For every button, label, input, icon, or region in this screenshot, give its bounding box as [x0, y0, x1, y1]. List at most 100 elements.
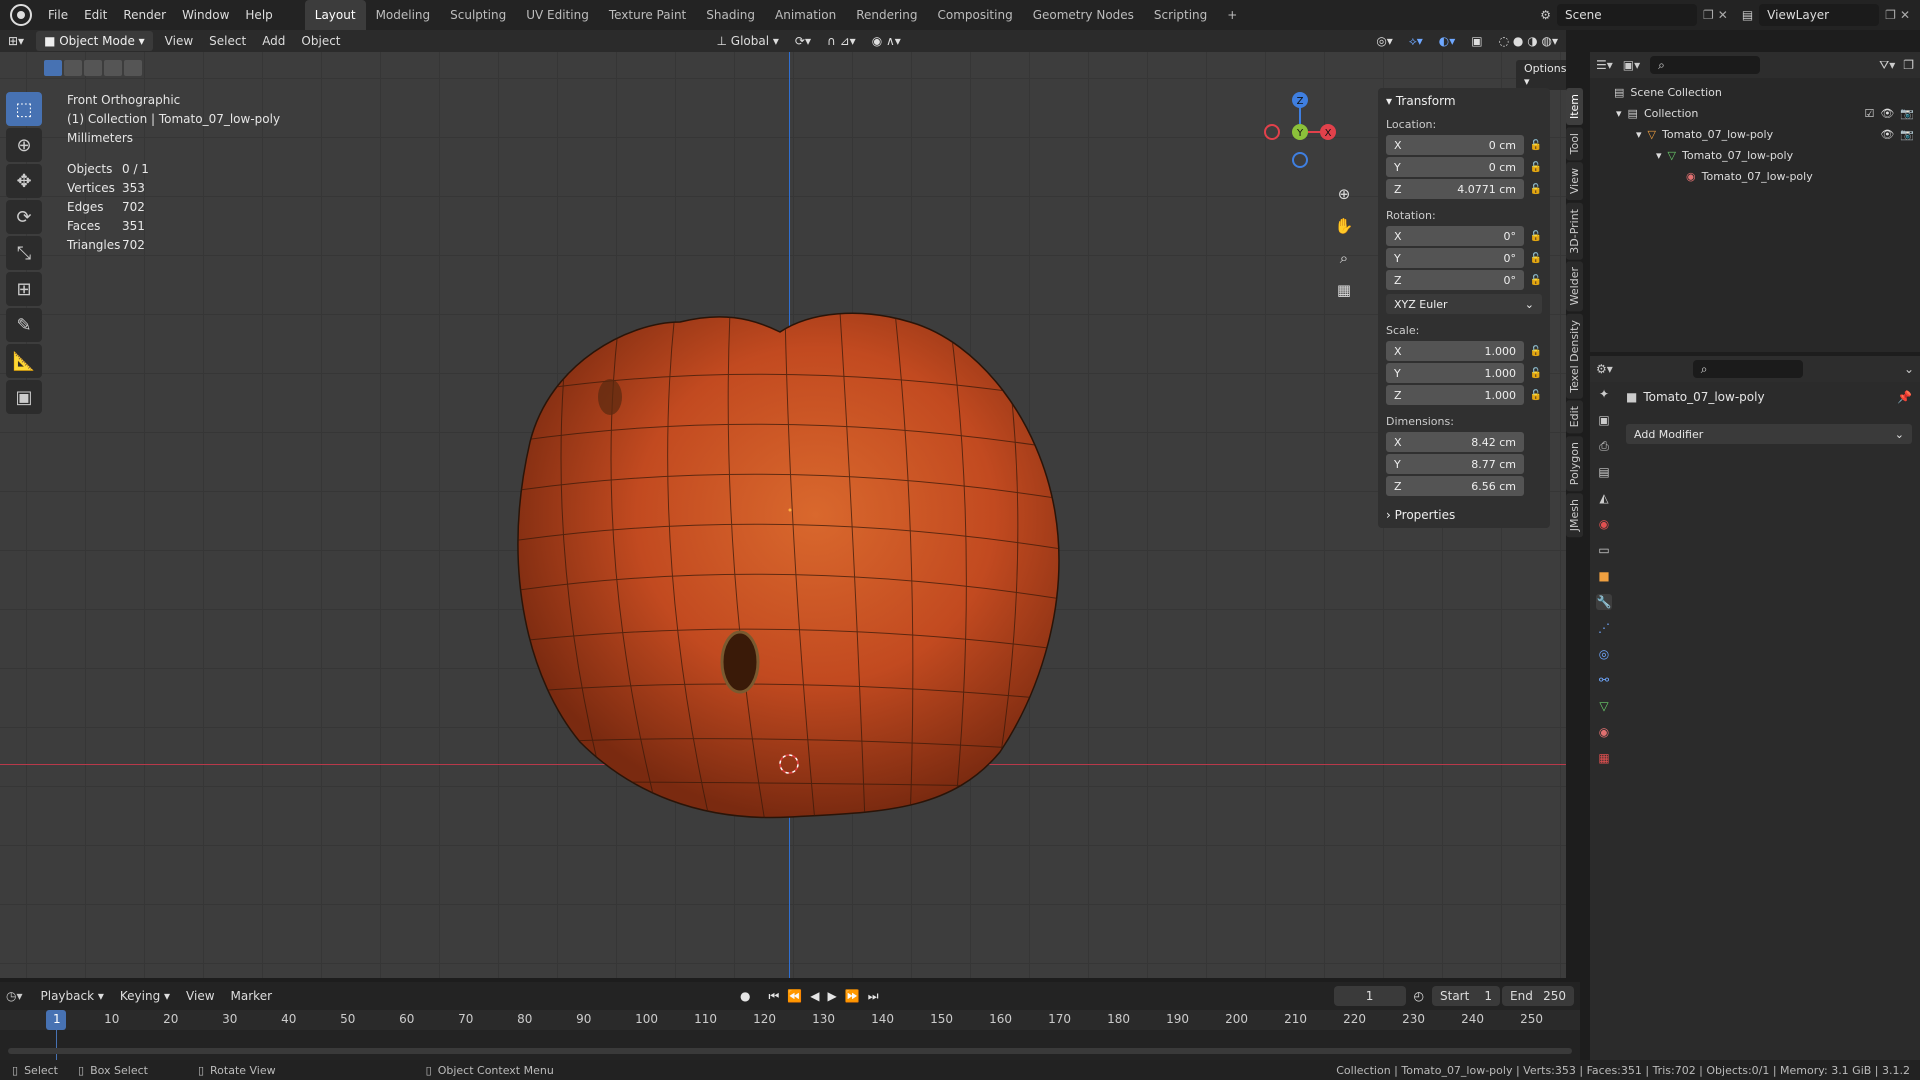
rotation-z-field[interactable]: Z 0°: [1386, 270, 1524, 290]
close-scene-icon[interactable]: ✕: [1718, 8, 1728, 22]
tab-edit[interactable]: Edit: [1566, 400, 1583, 434]
mode-selector[interactable]: ■ Object Mode ▾: [36, 31, 153, 51]
tool-tab-icon[interactable]: ✦: [1596, 386, 1612, 402]
chevron-down-icon[interactable]: ⌄: [1904, 362, 1914, 376]
tab-item[interactable]: Item: [1566, 88, 1583, 126]
outliner-collection[interactable]: ▾ ▤ Collection ☑ 👁 📷: [1590, 103, 1920, 124]
physics-tab-icon[interactable]: ◎: [1596, 646, 1612, 662]
end-frame-field[interactable]: End 250: [1502, 986, 1574, 1006]
menu-playback[interactable]: Playback ▾: [33, 985, 112, 1007]
menu-window[interactable]: Window: [174, 0, 237, 30]
lock-icon[interactable]: 🔓: [1524, 275, 1542, 286]
new-collection-icon[interactable]: ❐: [1903, 58, 1914, 72]
xray-icon[interactable]: ▣: [1463, 30, 1490, 52]
menu-timeline-view[interactable]: View: [178, 985, 222, 1007]
play-icon[interactable]: ▶: [828, 989, 837, 1003]
lock-icon[interactable]: 🔓: [1524, 368, 1542, 379]
jump-start-icon[interactable]: ⏮: [769, 989, 780, 1004]
texture-tab-icon[interactable]: ▦: [1596, 750, 1612, 766]
tab-3d-print[interactable]: 3D-Print: [1566, 202, 1583, 260]
select-subtract-icon[interactable]: [84, 60, 102, 76]
particles-tab-icon[interactable]: ⋰: [1596, 620, 1612, 636]
tab-shading[interactable]: Shading: [696, 0, 765, 30]
clock-icon[interactable]: ◴: [1414, 989, 1424, 1003]
pin-icon[interactable]: 📌: [1897, 390, 1912, 404]
camera-view-icon[interactable]: ⌕: [1330, 244, 1358, 272]
location-x-field[interactable]: X 0 cm: [1386, 135, 1524, 155]
annotate-tool-icon[interactable]: ✎: [6, 308, 42, 342]
prev-keyframe-icon[interactable]: ⏪: [787, 989, 802, 1003]
blender-logo-icon[interactable]: [10, 4, 32, 26]
menu-view[interactable]: View: [157, 30, 201, 52]
lock-icon[interactable]: 🔓: [1524, 231, 1542, 242]
select-box-tool-icon[interactable]: ⬚: [6, 92, 42, 126]
world-tab-icon[interactable]: ◉: [1596, 516, 1612, 532]
location-z-field[interactable]: Z 4.0771 cm: [1386, 179, 1524, 199]
close-view-layer-icon[interactable]: ✕: [1900, 8, 1910, 22]
checkbox-icon[interactable]: ☑: [1864, 107, 1874, 120]
scale-x-field[interactable]: X 1.000: [1386, 341, 1524, 361]
select-intersect-icon[interactable]: [124, 60, 142, 76]
constraints-tab-icon[interactable]: ⚯: [1596, 672, 1612, 688]
add-cube-tool-icon[interactable]: ▣: [6, 380, 42, 414]
pan-hand-icon[interactable]: ✋: [1330, 212, 1358, 240]
tab-rendering[interactable]: Rendering: [846, 0, 927, 30]
tab-tool[interactable]: Tool: [1566, 127, 1583, 161]
eye-icon[interactable]: 👁: [1880, 128, 1894, 141]
copy-scene-icon[interactable]: ❐: [1703, 8, 1714, 22]
menu-add[interactable]: Add: [254, 30, 293, 52]
properties-editor-icon[interactable]: ⚙▾: [1596, 362, 1613, 376]
outliner-material[interactable]: ◉ Tomato_07_low-poly: [1590, 166, 1920, 187]
rotate-tool-icon[interactable]: ⟳: [6, 200, 42, 234]
tab-jmesh[interactable]: JMesh: [1566, 492, 1583, 538]
tab-scripting[interactable]: Scripting: [1144, 0, 1217, 30]
expand-icon[interactable]: ▾: [1616, 107, 1622, 120]
expand-icon[interactable]: ▾: [1636, 128, 1642, 141]
tab-uv-editing[interactable]: UV Editing: [516, 0, 599, 30]
editor-type-icon[interactable]: ⊞▾: [0, 30, 32, 52]
timeline-editor-icon[interactable]: ◷▾: [6, 989, 23, 1003]
visibility-icon[interactable]: ◎▾: [1368, 30, 1401, 52]
scene-icon[interactable]: ⚙: [1540, 8, 1551, 22]
tab-layout[interactable]: Layout: [304, 0, 366, 30]
lock-icon[interactable]: 🔓: [1524, 253, 1542, 264]
move-tool-icon[interactable]: ✥: [6, 164, 42, 198]
gizmo-neg-z-icon[interactable]: [1292, 152, 1308, 168]
orientation-selector[interactable]: ⊥ Global ▾: [709, 30, 787, 52]
add-modifier-dropdown[interactable]: Add Modifier ⌄: [1626, 424, 1912, 444]
outliner-mesh-data[interactable]: ▾ ▽ Tomato_07_low-poly: [1590, 145, 1920, 166]
navigation-gizmo[interactable]: Z X Y: [1262, 88, 1338, 168]
display-mode-icon[interactable]: ▣▾: [1623, 58, 1640, 72]
object-tab-icon[interactable]: ■: [1596, 568, 1612, 584]
dimensions-z-field[interactable]: Z 6.56 cm: [1386, 476, 1524, 496]
dimensions-x-field[interactable]: X 8.42 cm: [1386, 432, 1524, 452]
snap-icon[interactable]: ∩ ⊿▾: [819, 30, 864, 52]
lock-icon[interactable]: 🔓: [1524, 140, 1542, 151]
menu-file[interactable]: File: [40, 0, 76, 30]
scale-tool-icon[interactable]: ⤡: [6, 236, 42, 270]
timeline-scrollbar[interactable]: [8, 1048, 1572, 1054]
3d-viewport[interactable]: Front Orthographic (1) Collection | Toma…: [0, 52, 1566, 978]
gizmo-neg-x-icon[interactable]: [1264, 124, 1280, 140]
outliner-editor-icon[interactable]: ☰▾: [1596, 58, 1613, 72]
proportional-edit-icon[interactable]: ◉ ∧▾: [864, 30, 909, 52]
scale-z-field[interactable]: Z 1.000: [1386, 385, 1524, 405]
material-tab-icon[interactable]: ◉: [1596, 724, 1612, 740]
select-new-icon[interactable]: [44, 60, 62, 76]
measure-tool-icon[interactable]: 📐: [6, 344, 42, 378]
shading-modes-icon[interactable]: ◌ ● ◑ ◍▾: [1491, 30, 1566, 52]
zoom-icon[interactable]: ⊕: [1330, 180, 1358, 208]
copy-view-layer-icon[interactable]: ❐: [1885, 8, 1896, 22]
menu-object[interactable]: Object: [293, 30, 348, 52]
filter-icon[interactable]: ⛛▾: [1879, 58, 1895, 73]
lock-icon[interactable]: 🔓: [1524, 390, 1542, 401]
cursor-tool-icon[interactable]: ⊕: [6, 128, 42, 162]
lock-icon[interactable]: 🔓: [1524, 162, 1542, 173]
tab-compositing[interactable]: Compositing: [927, 0, 1022, 30]
dimensions-y-field[interactable]: Y 8.77 cm: [1386, 454, 1524, 474]
tab-polygon[interactable]: Polygon: [1566, 435, 1583, 491]
outliner-object[interactable]: ▾ ▽ Tomato_07_low-poly 👁 📷: [1590, 124, 1920, 145]
location-y-field[interactable]: Y 0 cm: [1386, 157, 1524, 177]
view-layer-selector[interactable]: ViewLayer: [1759, 4, 1880, 26]
tab-modeling[interactable]: Modeling: [366, 0, 441, 30]
